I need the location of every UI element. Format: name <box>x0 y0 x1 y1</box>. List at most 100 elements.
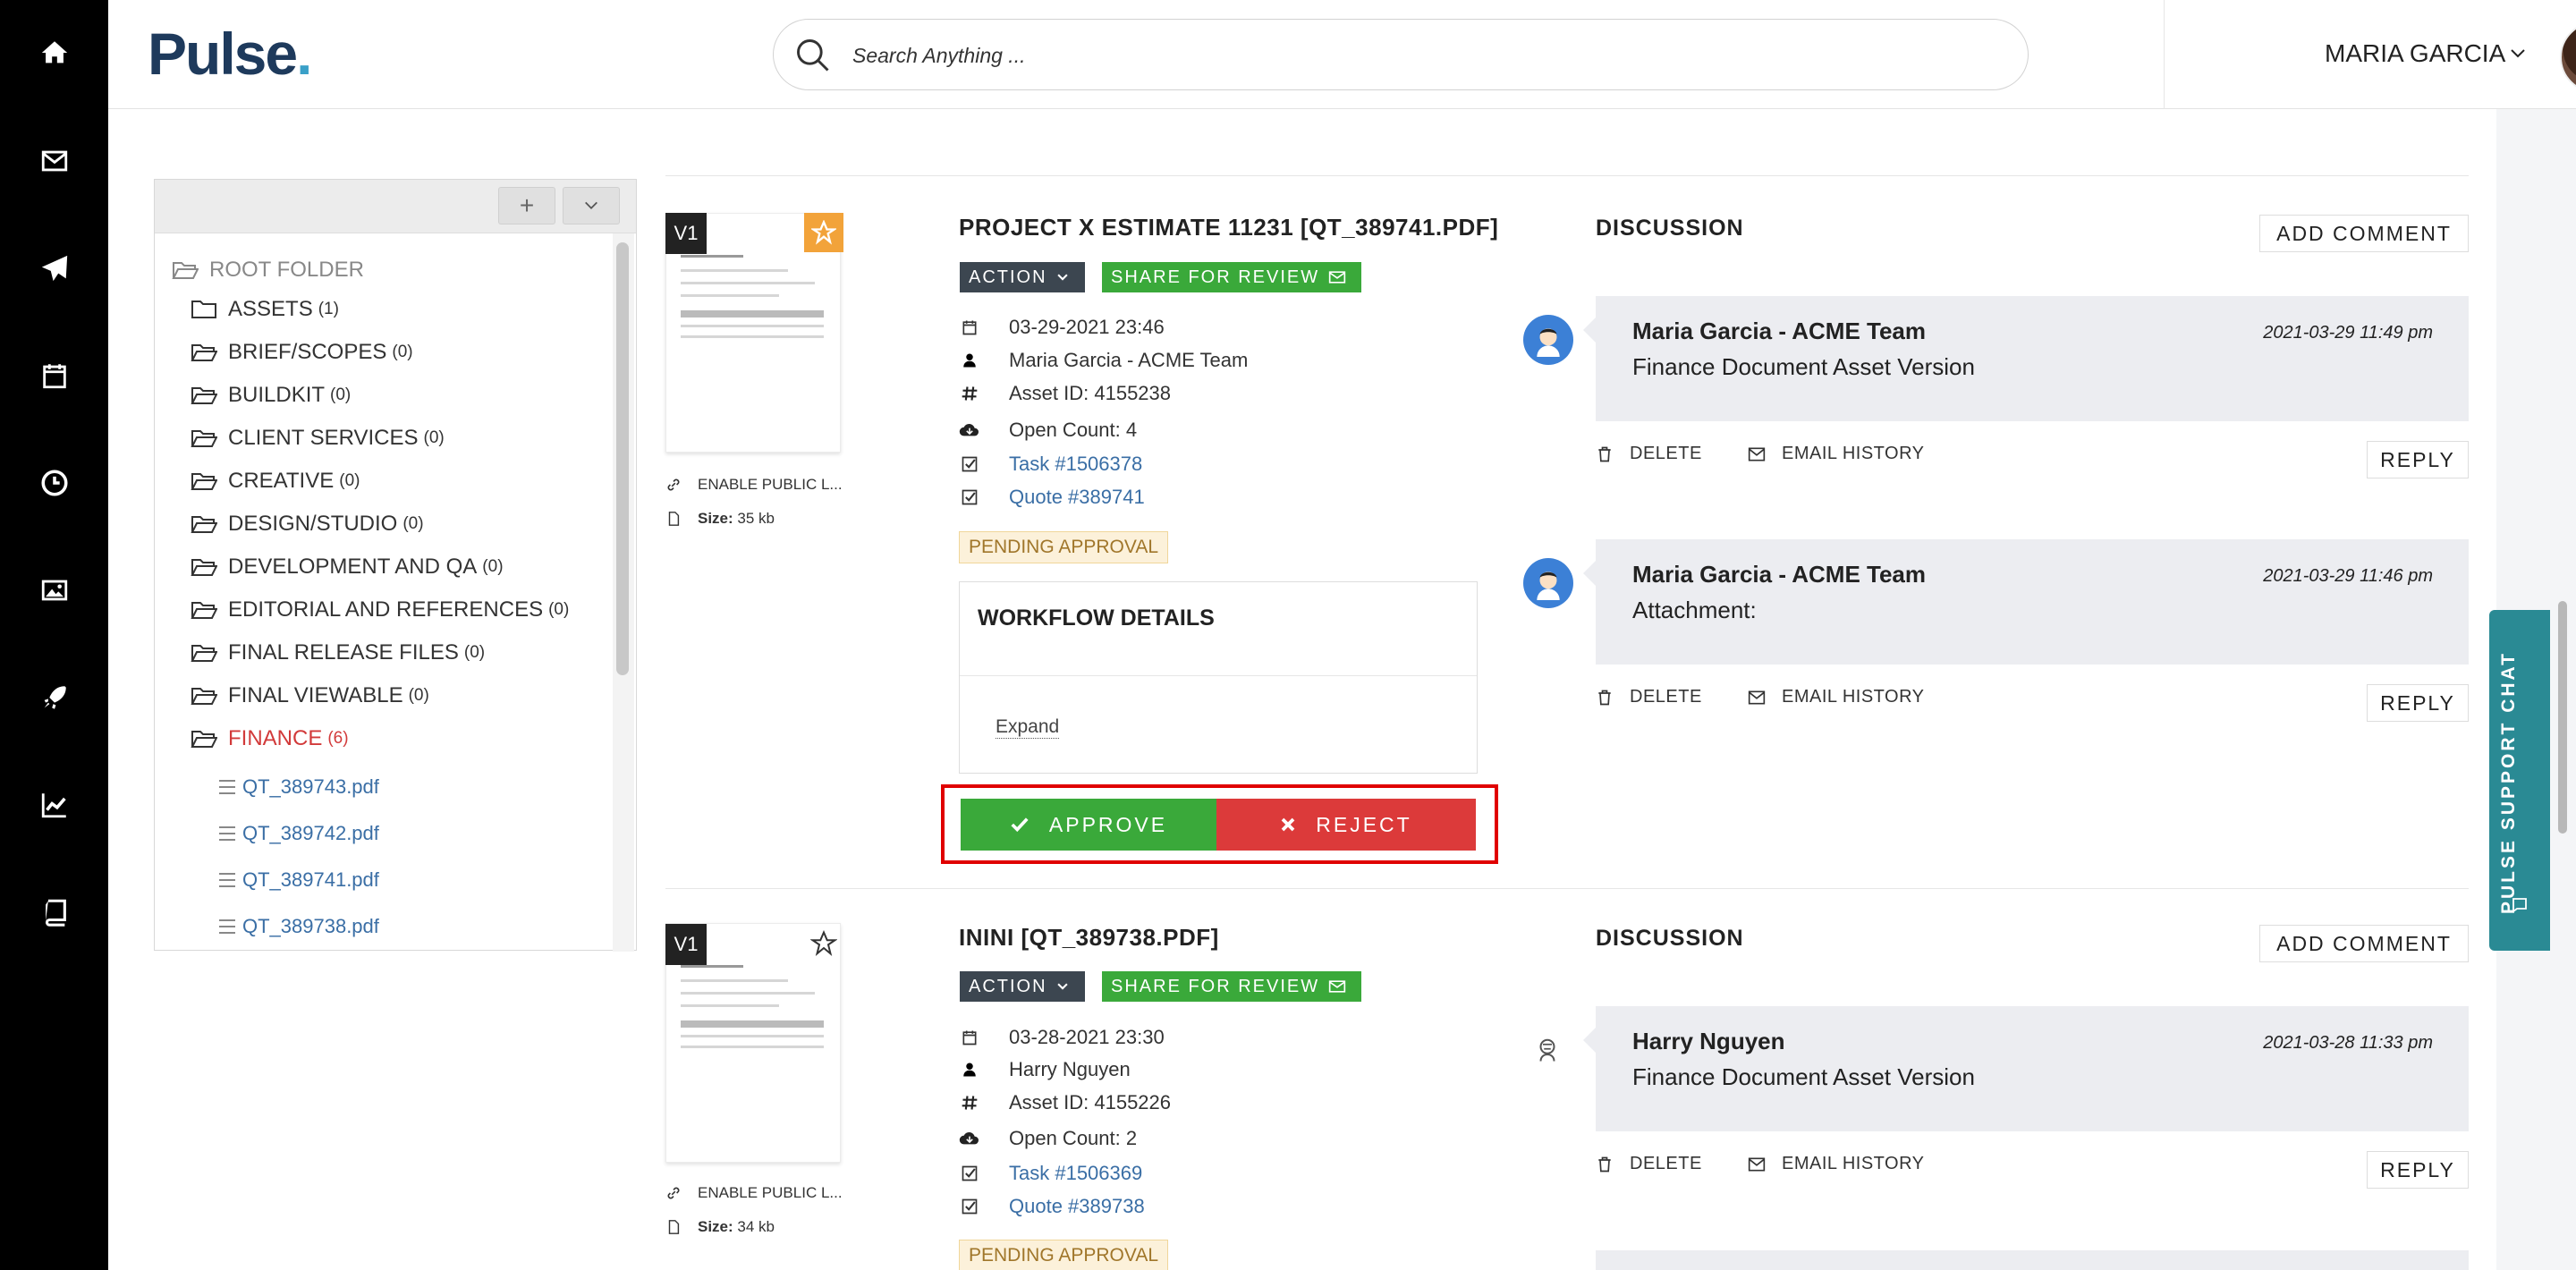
add-comment-button[interactable]: ADD COMMENT <box>2259 925 2469 962</box>
cloud-download-icon <box>959 419 980 441</box>
quote-link-label: Quote #389741 <box>1009 486 1145 508</box>
open-count-value: Open Count: 2 <box>1009 1127 1138 1149</box>
reject-button[interactable]: REJECT <box>1216 799 1476 851</box>
checkbox-icon <box>959 487 980 508</box>
comment-delete[interactable]: DELETE <box>1596 1154 1702 1174</box>
cloud-download-icon <box>959 1128 980 1149</box>
comment-email-history[interactable]: EMAIL HISTORY <box>1748 1154 1925 1174</box>
avatar <box>1531 1034 1563 1066</box>
chevron-down-icon[interactable] <box>2509 45 2527 63</box>
support-chat-tab[interactable]: PULSE SUPPORT CHAT <box>2489 610 2550 951</box>
comment-email-history[interactable]: EMAIL HISTORY <box>1748 687 1925 707</box>
folder-open-icon <box>191 344 217 361</box>
home-icon[interactable] <box>0 17 108 89</box>
reply-button[interactable]: REPLY <box>2367 441 2469 478</box>
comment-card: Maria Garcia - ACME Team 2021-03-29 11:4… <box>1583 296 2469 421</box>
asset-title[interactable]: ININI [QT_389738.PDF] <box>959 924 1219 952</box>
size-value: 35 kb <box>737 510 775 527</box>
tree-folder-final-viewable[interactable]: FINAL VIEWABLE (0) <box>191 683 429 708</box>
tree-folder-final-release[interactable]: FINAL RELEASE FILES (0) <box>191 640 485 665</box>
asset-open-count: Open Count: 2 <box>959 1127 1137 1150</box>
top-bar: Pulse. MARIA GARCIA <box>108 0 2576 109</box>
file-size: Size: 34 kb <box>665 1218 775 1236</box>
file-lines-icon <box>219 873 235 887</box>
star-icon[interactable] <box>804 213 843 252</box>
share-for-review-button[interactable]: SHARE FOR REVIEW <box>1102 262 1361 292</box>
email-history-label: EMAIL HISTORY <box>1782 1154 1925 1173</box>
book-icon[interactable] <box>0 876 108 948</box>
asset-date: 03-29-2021 23:46 <box>959 316 1165 339</box>
pulse-logo[interactable]: Pulse. <box>148 20 312 88</box>
calendar-icon[interactable] <box>0 340 108 411</box>
comment-delete[interactable]: DELETE <box>1596 687 1702 707</box>
file-lines-icon <box>219 826 235 841</box>
tree-folder-assets[interactable]: ASSETS (1) <box>191 297 339 322</box>
chart-icon[interactable] <box>0 769 108 841</box>
tree-folder-finance[interactable]: FINANCE (6) <box>191 726 349 751</box>
page-scrollbar[interactable] <box>2558 601 2567 834</box>
enable-public-link[interactable]: ENABLE PUBLIC L... <box>665 476 843 494</box>
tree-folder-buildkit[interactable]: BUILDKIT (0) <box>191 383 351 408</box>
tree-options-button[interactable] <box>563 187 620 224</box>
folder-open-icon <box>191 602 217 619</box>
reply-button[interactable]: REPLY <box>2367 1151 2469 1189</box>
comment-date: 2021-03-29 11:49 pm <box>2263 323 2433 343</box>
comment-email-history[interactable]: EMAIL HISTORY <box>1748 444 1925 464</box>
tree-scrollbar[interactable] <box>616 242 629 675</box>
action-dropdown[interactable]: ACTION <box>960 262 1085 292</box>
tree-file[interactable]: QT_389743.pdf <box>219 775 379 799</box>
folder-count: (0) <box>482 557 504 576</box>
folder-icon <box>191 301 216 318</box>
asset-quote-link[interactable]: Quote #389741 <box>959 486 1145 509</box>
enable-public-link[interactable]: ENABLE PUBLIC L... <box>665 1184 843 1202</box>
tree-folder-creative[interactable]: CREATIVE (0) <box>191 469 360 494</box>
workflow-expand-link[interactable]: Expand <box>996 716 1060 739</box>
avatar[interactable] <box>2560 21 2576 93</box>
comment-date: 2021-03-28 11:33 pm <box>2263 1033 2433 1053</box>
asset-quote-link[interactable]: Quote #389738 <box>959 1195 1145 1218</box>
tree-file[interactable]: QT_389738.pdf <box>219 915 379 938</box>
status-badge: PENDING APPROVAL <box>959 1240 1169 1270</box>
tree-folder-client-services[interactable]: CLIENT SERVICES (0) <box>191 426 445 451</box>
tree-folder-design-studio[interactable]: DESIGN/STUDIO (0) <box>191 512 424 537</box>
folder-count: (0) <box>408 686 429 705</box>
asset-title[interactable]: PROJECT X ESTIMATE 11231 [QT_389741.PDF] <box>959 214 1498 241</box>
tree-toolbar: + <box>155 180 636 233</box>
star-icon[interactable] <box>804 924 843 963</box>
image-icon[interactable] <box>0 555 108 626</box>
chevron-down-icon <box>585 201 597 209</box>
add-comment-button[interactable]: ADD COMMENT <box>2259 215 2469 252</box>
search-bar[interactable] <box>773 19 2029 90</box>
asset-task-link[interactable]: Task #1506378 <box>959 453 1142 476</box>
chevron-down-icon <box>1056 274 1068 281</box>
tree-root[interactable]: ROOT FOLDER <box>172 258 364 283</box>
tree-folder-editorial[interactable]: EDITORIAL AND REFERENCES (0) <box>191 597 569 622</box>
tree-file[interactable]: QT_389742.pdf <box>219 822 379 845</box>
user-menu[interactable]: MARIA GARCIA <box>2325 39 2505 68</box>
comment-delete[interactable]: DELETE <box>1596 444 1702 464</box>
action-label: ACTION <box>969 267 1047 287</box>
folder-open-icon <box>191 430 217 447</box>
search-input[interactable] <box>852 38 1997 73</box>
mail-icon[interactable] <box>0 125 108 197</box>
add-folder-button[interactable]: + <box>498 187 555 224</box>
tree-file[interactable]: QT_389741.pdf <box>219 868 379 892</box>
share-for-review-button[interactable]: SHARE FOR REVIEW <box>1102 971 1361 1002</box>
folder-count: (0) <box>402 514 424 533</box>
divider <box>960 675 1477 676</box>
approve-label: APPROVE <box>1048 812 1168 836</box>
tree-folder-development-qa[interactable]: DEVELOPMENT AND QA (0) <box>191 555 504 580</box>
asset-task-link[interactable]: Task #1506369 <box>959 1162 1142 1185</box>
tree-folder-brief-scopes[interactable]: BRIEF/SCOPES (0) <box>191 340 413 365</box>
reply-button[interactable]: REPLY <box>2367 684 2469 722</box>
checkbox-icon <box>959 1163 980 1184</box>
send-icon[interactable] <box>0 233 108 304</box>
action-dropdown[interactable]: ACTION <box>960 971 1085 1002</box>
folder-count: (6) <box>327 729 349 748</box>
rocket-icon[interactable] <box>0 662 108 733</box>
folder-label: CLIENT SERVICES <box>228 426 419 450</box>
clock-icon[interactable] <box>0 447 108 519</box>
comment-card <box>1596 1250 2469 1270</box>
approve-button[interactable]: APPROVE <box>961 799 1216 851</box>
asset-date: 03-28-2021 23:30 <box>959 1026 1165 1049</box>
